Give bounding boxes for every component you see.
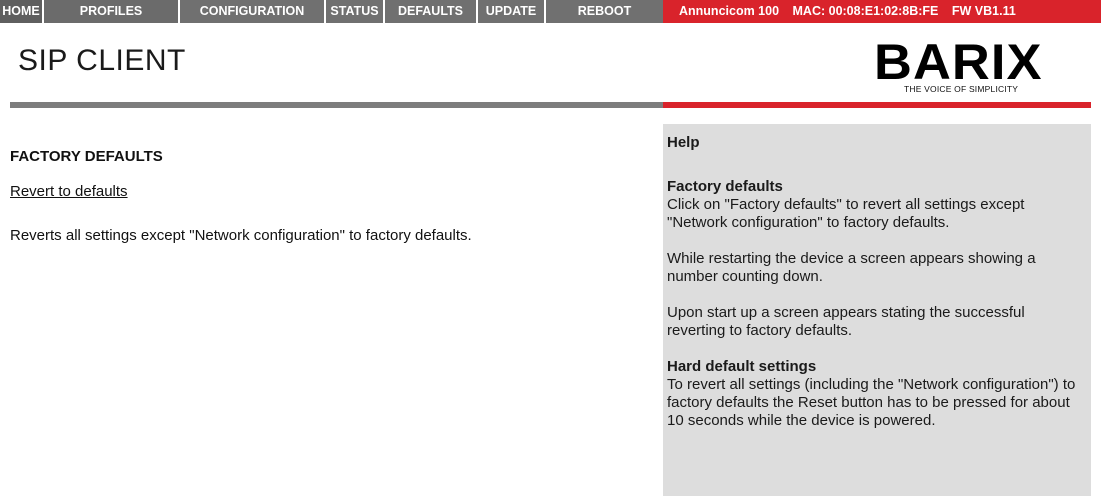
logo-wordmark: BARIX <box>874 34 1043 90</box>
header-divider-red <box>663 102 1091 108</box>
device-model: Annuncicom 100 <box>679 4 780 18</box>
help-startup-text: Upon start up a screen appears stating t… <box>667 304 1025 339</box>
logo-tagline: THE VOICE OF SIMPLICITY <box>904 84 1019 94</box>
help-factory-title: Factory defaults <box>667 178 783 195</box>
revert-description: Reverts all settings except "Network con… <box>10 227 472 244</box>
header-divider-grey <box>10 102 663 108</box>
main-nav: HOME PROFILES CONFIGURATION STATUS DEFAU… <box>0 0 663 23</box>
nav-configuration[interactable]: CONFIGURATION <box>180 0 326 23</box>
help-hard-text: To revert all settings (including the "N… <box>667 376 1076 429</box>
device-mac: MAC: 00:08:E1:02:8B:FE <box>792 4 939 18</box>
top-bar: HOME PROFILES CONFIGURATION STATUS DEFAU… <box>0 0 1101 23</box>
help-factory-defaults: Factory defaults Click on "Factory defau… <box>667 178 1091 232</box>
nav-defaults[interactable]: DEFAULTS <box>385 0 478 23</box>
help-panel: Help Factory defaults Click on "Factory … <box>663 124 1091 496</box>
page-title: SIP CLIENT <box>18 44 186 77</box>
nav-profiles[interactable]: PROFILES <box>44 0 180 23</box>
help-restart-text: While restarting the device a screen app… <box>667 250 1036 285</box>
device-firmware: FW VB1.11 <box>951 4 1016 18</box>
revert-to-defaults-link[interactable]: Revert to defaults <box>10 183 128 200</box>
barix-logo: BARIX THE VOICE OF SIMPLICITY <box>870 34 1060 100</box>
help-hard-defaults: Hard default settings To revert all sett… <box>667 358 1091 430</box>
nav-reboot[interactable]: REBOOT <box>546 0 663 23</box>
nav-update[interactable]: UPDATE <box>478 0 546 23</box>
help-factory-text: Click on "Factory defaults" to revert al… <box>667 196 1025 231</box>
nav-status[interactable]: STATUS <box>326 0 385 23</box>
device-info: Annuncicom 100 MAC: 00:08:E1:02:8B:FE FW… <box>663 0 1101 23</box>
help-startup: Upon start up a screen appears stating t… <box>667 304 1091 340</box>
section-heading: FACTORY DEFAULTS <box>10 148 163 165</box>
help-restart: While restarting the device a screen app… <box>667 250 1091 286</box>
help-hard-title: Hard default settings <box>667 358 817 375</box>
help-title: Help <box>667 134 700 151</box>
nav-home[interactable]: HOME <box>0 0 44 23</box>
